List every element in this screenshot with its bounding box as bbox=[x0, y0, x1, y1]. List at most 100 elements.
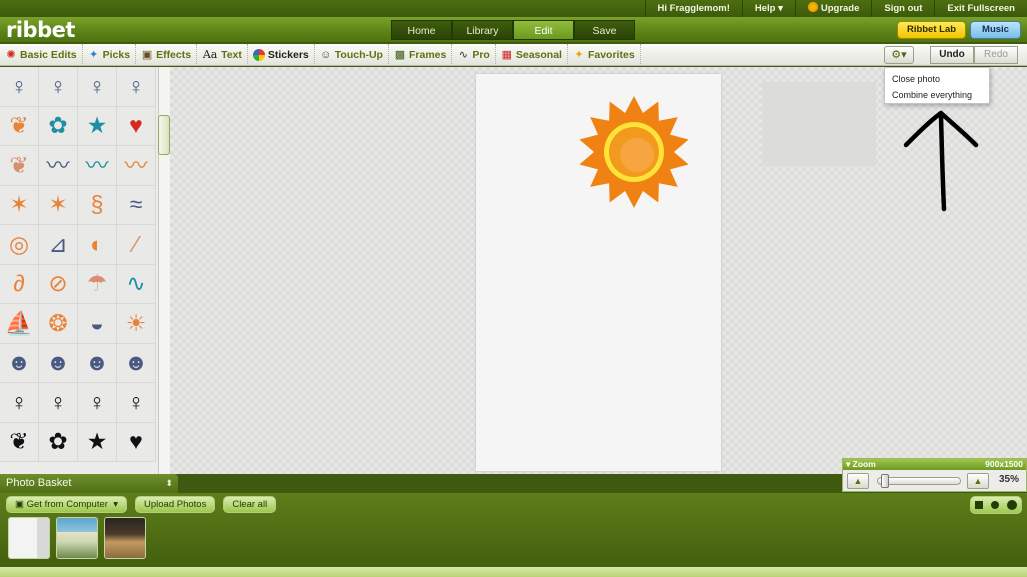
sticker-cell[interactable]: ⊿ bbox=[39, 225, 78, 265]
sticker-cell[interactable]: ❦ bbox=[0, 106, 39, 146]
view-toggle-group bbox=[970, 496, 1022, 514]
beach-ball-icon: ◐ bbox=[90, 230, 104, 257]
sticker-cell[interactable]: ♀ bbox=[0, 67, 39, 107]
woman-figure-icon: ♀ bbox=[127, 72, 145, 99]
toolbar-stickers[interactable]: Stickers bbox=[248, 43, 315, 66]
sticker-cell[interactable]: ❦ bbox=[0, 422, 39, 462]
sticker-cell[interactable]: ⛵ bbox=[0, 304, 39, 344]
upgrade-link[interactable]: Upgrade bbox=[794, 0, 872, 17]
help-menu[interactable]: Help ▾ bbox=[741, 0, 795, 17]
tab-home[interactable]: Home bbox=[391, 20, 452, 40]
get-from-computer-button[interactable]: ▣ Get from Computer ▾ bbox=[6, 496, 127, 513]
flower-icon: ✿ bbox=[48, 112, 68, 139]
toolbar-pro[interactable]: ∿ Pro bbox=[452, 43, 496, 66]
photo-canvas[interactable] bbox=[476, 74, 721, 471]
sticker-cell[interactable]: ❦ bbox=[0, 146, 39, 186]
top-bar: Hi Fragglemom! Help ▾ Upgrade Sign out E… bbox=[0, 0, 1027, 17]
face-icon: ☻ bbox=[123, 349, 149, 376]
sticker-cell[interactable]: ☀ bbox=[117, 304, 156, 344]
sticker-cell[interactable]: ✿ bbox=[39, 106, 78, 146]
grid-view-icon[interactable] bbox=[975, 501, 983, 509]
toolbar-text[interactable]: Aa Text bbox=[197, 43, 248, 66]
sun-sticker[interactable] bbox=[576, 94, 692, 210]
sticker-cell[interactable]: ♀ bbox=[117, 67, 156, 107]
photo-basket-header[interactable]: Photo Basket ⬍ bbox=[0, 474, 178, 493]
tab-edit[interactable]: Edit bbox=[513, 20, 574, 40]
sticker-cell[interactable]: ☻ bbox=[0, 343, 39, 383]
sticker-cell[interactable]: ★ bbox=[78, 106, 117, 146]
sticker-cell[interactable]: ∿ bbox=[117, 264, 156, 304]
toolbar-favorites[interactable]: ✦ Favorites bbox=[568, 43, 641, 66]
redo-button[interactable]: Redo bbox=[974, 46, 1018, 64]
sailboat-icon: ⛵ bbox=[4, 309, 34, 336]
star-icon: ✦ bbox=[574, 48, 584, 61]
photo-thumbnail[interactable] bbox=[104, 517, 146, 559]
toolbar-seasonal[interactable]: ▦ Seasonal bbox=[496, 43, 568, 66]
sticker-cell[interactable]: ⁄ bbox=[117, 225, 156, 265]
toolbar-basic-edits[interactable]: ✺ Basic Edits bbox=[0, 43, 83, 66]
upload-photos-button[interactable]: Upload Photos bbox=[135, 496, 216, 513]
single-view-icon[interactable] bbox=[991, 501, 999, 509]
zoom-in-button[interactable]: ▲ bbox=[967, 473, 989, 489]
sticker-cell[interactable]: ∂ bbox=[0, 264, 39, 304]
zoom-out-button[interactable]: ▲ bbox=[847, 473, 869, 489]
sticker-cell[interactable]: ♀ bbox=[39, 383, 78, 423]
tab-save[interactable]: Save bbox=[574, 20, 635, 40]
star-icon: ★ bbox=[86, 112, 108, 139]
sticker-cell[interactable]: 〰 bbox=[39, 146, 78, 186]
undo-button[interactable]: Undo bbox=[930, 46, 974, 64]
ribbet-logo[interactable]: ribbet bbox=[6, 18, 75, 42]
zoom-slider-thumb[interactable] bbox=[880, 474, 889, 488]
sticker-scrollbar-thumb[interactable] bbox=[158, 115, 170, 155]
sticker-cell[interactable]: ◎ bbox=[0, 225, 39, 265]
woman-figure-icon: ♀ bbox=[49, 72, 67, 99]
chevron-down-icon[interactable]: ▾ bbox=[111, 499, 118, 510]
canvas-area[interactable]: Close photo Combine everything bbox=[170, 67, 1027, 474]
sticker-cell[interactable]: ♀ bbox=[0, 383, 39, 423]
sticker-cell[interactable]: ★ bbox=[78, 422, 117, 462]
expand-collapse-icon[interactable]: ⬍ bbox=[165, 474, 173, 493]
photo-thumbnail[interactable] bbox=[56, 517, 98, 559]
sticker-cell[interactable]: ≈ bbox=[117, 185, 156, 225]
close-photo-item[interactable]: Close photo bbox=[885, 71, 989, 87]
sticker-cell[interactable]: 〰 bbox=[78, 146, 117, 186]
sign-out-link[interactable]: Sign out bbox=[871, 0, 934, 17]
sticker-cell[interactable]: ◐ bbox=[78, 225, 117, 265]
sticker-cell[interactable]: ♥ bbox=[117, 106, 156, 146]
photo-basket-panel: ▣ Get from Computer ▾ Upload Photos Clea… bbox=[0, 493, 1027, 577]
sticker-cell[interactable]: ✶ bbox=[0, 185, 39, 225]
sticker-cell[interactable]: 〰 bbox=[117, 146, 156, 186]
large-view-icon[interactable] bbox=[1007, 500, 1017, 510]
gear-menu-button[interactable]: ⚙▾ bbox=[884, 46, 914, 64]
sticker-cell[interactable]: ♀ bbox=[78, 383, 117, 423]
toolbar-picks[interactable]: ✦ Picks bbox=[83, 43, 137, 66]
sticker-cell[interactable]: ♥ bbox=[117, 422, 156, 462]
photo-thumbnail[interactable] bbox=[8, 517, 50, 559]
toolbar-touch-up[interactable]: ☺ Touch-Up bbox=[315, 43, 389, 66]
woman-figure-icon: ♀ bbox=[10, 388, 28, 415]
sticker-cell[interactable]: ♀ bbox=[117, 383, 156, 423]
zoom-header[interactable]: ▾ Zoom 900x1500 bbox=[843, 459, 1026, 470]
toolbar-label: Effects bbox=[156, 48, 192, 61]
sticker-cell[interactable]: ♀ bbox=[39, 67, 78, 107]
ribbet-lab-button[interactable]: Ribbet Lab bbox=[897, 21, 966, 39]
sticker-cell[interactable]: ☻ bbox=[39, 343, 78, 383]
music-button[interactable]: Music bbox=[970, 21, 1021, 39]
toolbar-frames[interactable]: ▩ Frames bbox=[389, 43, 453, 66]
sticker-cell[interactable]: ✿ bbox=[39, 422, 78, 462]
combine-everything-item[interactable]: Combine everything bbox=[885, 87, 989, 103]
clear-all-button[interactable]: Clear all bbox=[223, 496, 277, 513]
exit-fullscreen-link[interactable]: Exit Fullscreen bbox=[934, 0, 1027, 17]
zoom-slider[interactable] bbox=[877, 477, 961, 485]
toolbar-effects[interactable]: ▣ Effects bbox=[136, 43, 198, 66]
sticker-cell[interactable]: ✶ bbox=[39, 185, 78, 225]
sticker-cell[interactable]: ☻ bbox=[117, 343, 156, 383]
tab-library[interactable]: Library bbox=[452, 20, 513, 40]
sticker-cell[interactable]: ☂ bbox=[78, 264, 117, 304]
sticker-cell[interactable]: ❂ bbox=[39, 304, 78, 344]
sticker-cell[interactable]: ◒ bbox=[78, 304, 117, 344]
sticker-cell[interactable]: ♀ bbox=[78, 67, 117, 107]
sticker-cell[interactable]: § bbox=[78, 185, 117, 225]
sticker-cell[interactable]: ☻ bbox=[78, 343, 117, 383]
sticker-cell[interactable]: ⊘ bbox=[39, 264, 78, 304]
